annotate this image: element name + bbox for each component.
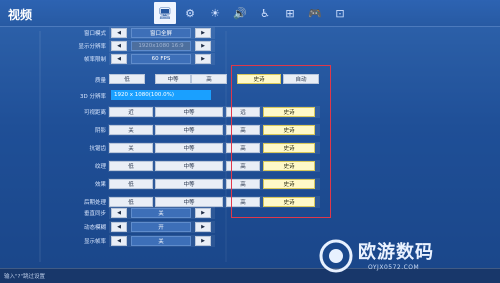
quality-option-1[interactable]: 中等 <box>155 74 191 84</box>
gear-icon[interactable]: ⚙ <box>179 2 201 24</box>
quality-row-5-option-0[interactable]: 低 <box>109 197 153 207</box>
setting-label-show-fps: 显示帧率 <box>83 239 106 245</box>
value-frame-rate-limit: 60 FPS <box>131 54 191 64</box>
setting-label-quality-row-3: 纹理 <box>94 164 106 170</box>
value-window-mode: 窗口全屏 <box>131 28 191 38</box>
quality-option-0[interactable]: 低 <box>109 74 145 84</box>
setting-label-window-mode: 窗口模式 <box>83 31 106 37</box>
highlight-frame <box>231 65 331 218</box>
page-title: 视频 <box>8 8 33 22</box>
setting-label-vsync: 垂直同步 <box>83 211 106 217</box>
setting-label-resolution-3d: 3D 分辨率 <box>80 94 106 100</box>
prev-arrow-display-resolution[interactable]: ◀ <box>111 41 127 51</box>
setting-label-quality-row-1: 阴影 <box>94 128 106 134</box>
next-arrow-show-fps[interactable]: ▶ <box>195 236 211 246</box>
setting-label-motion-blur: 动态模糊 <box>83 225 106 231</box>
quality-row-3-option-1[interactable]: 中等 <box>155 161 223 171</box>
prev-arrow-window-mode[interactable]: ◀ <box>111 28 127 38</box>
setting-label-quality-row-5: 后期处理 <box>83 200 106 206</box>
prev-arrow-show-fps[interactable]: ◀ <box>111 236 127 246</box>
value-vsync: 关 <box>131 208 191 218</box>
setting-label-quality-row-2: 抗锯齿 <box>89 146 106 152</box>
quality-row-3-option-0[interactable]: 低 <box>109 161 153 171</box>
prev-arrow-motion-blur[interactable]: ◀ <box>111 222 127 232</box>
setting-label-quality: 质量 <box>94 78 106 84</box>
top-navigation-bar: 视频 🖥 ⚙ ☀ 🔊 ♿ ⊞ 🎮 ⊡ <box>0 0 500 27</box>
next-arrow-window-mode[interactable]: ▶ <box>195 28 211 38</box>
quality-row-0-option-0[interactable]: 近 <box>109 107 153 117</box>
resolution-3d-slider[interactable]: 1920 x 1080(100.0%) <box>111 90 211 100</box>
value-motion-blur: 开 <box>131 222 191 232</box>
accessibility-icon[interactable]: ♿ <box>254 2 276 24</box>
quality-row-5-option-1[interactable]: 中等 <box>155 197 223 207</box>
watermark-logo: 欧游数码 OYJX0572.COM <box>318 236 488 276</box>
next-arrow-vsync[interactable]: ▶ <box>195 208 211 218</box>
watermark-subtitle: OYJX0572.COM <box>368 264 420 271</box>
quality-row-0-option-1[interactable]: 中等 <box>155 107 223 117</box>
prev-arrow-frame-rate-limit[interactable]: ◀ <box>111 54 127 64</box>
setting-label-frame-rate-limit: 帧率限制 <box>83 57 106 63</box>
quality-row-2-option-1[interactable]: 中等 <box>155 143 223 153</box>
next-arrow-motion-blur[interactable]: ▶ <box>195 222 211 232</box>
quality-row-1-option-0[interactable]: 关 <box>109 125 153 135</box>
quality-row-4-option-0[interactable]: 低 <box>109 179 153 189</box>
watermark-title: 欧游数码 <box>358 242 434 263</box>
next-arrow-frame-rate-limit[interactable]: ▶ <box>195 54 211 64</box>
quality-row-1-option-1[interactable]: 中等 <box>155 125 223 135</box>
quality-row-2-option-0[interactable]: 关 <box>109 143 153 153</box>
value-display-resolution: 1920x1080 16:9 <box>131 41 191 51</box>
status-hint: 输入"?"跳过设置 <box>4 274 45 280</box>
quality-option-2[interactable]: 高 <box>191 74 227 84</box>
speaker-icon[interactable]: 🔊 <box>229 2 251 24</box>
monitor-icon[interactable]: 🖥 <box>154 2 176 24</box>
quality-row-4-option-1[interactable]: 中等 <box>155 179 223 189</box>
brightness-icon[interactable]: ☀ <box>204 2 226 24</box>
controller-icon[interactable]: ⊡ <box>329 2 351 24</box>
setting-label-display-resolution: 显示分辨率 <box>78 44 106 50</box>
logo-mark-icon <box>319 239 353 273</box>
setting-label-quality-row-4: 效果 <box>94 182 106 188</box>
prev-arrow-vsync[interactable]: ◀ <box>111 208 127 218</box>
value-show-fps: 关 <box>131 236 191 246</box>
gamepad-icon[interactable]: 🎮 <box>304 2 326 24</box>
next-arrow-display-resolution[interactable]: ▶ <box>195 41 211 51</box>
setting-label-quality-row-0: 可视距离 <box>83 110 106 116</box>
network-icon[interactable]: ⊞ <box>279 2 301 24</box>
